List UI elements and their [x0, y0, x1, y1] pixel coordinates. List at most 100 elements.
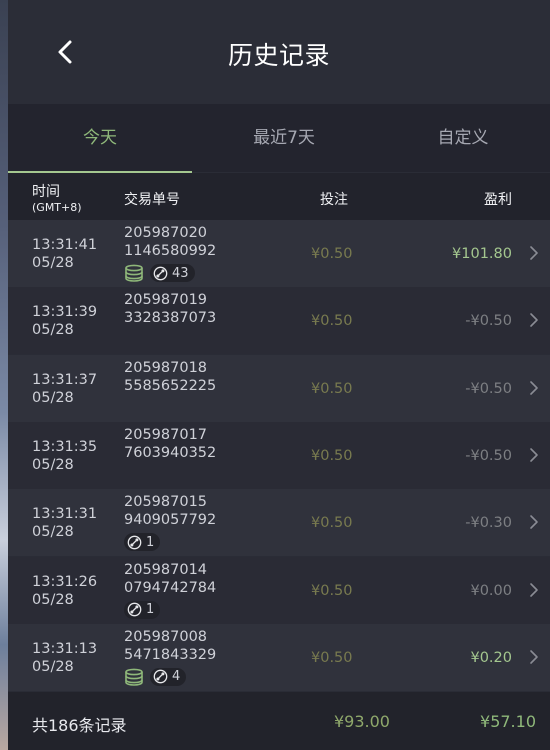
chevron-right-icon: [530, 448, 538, 462]
row-time-value: 13:31:35: [32, 438, 98, 455]
free-spin-count: 1: [146, 602, 155, 617]
tab-last-7-days[interactable]: 最近7天: [192, 104, 376, 172]
row-badges: 43: [124, 264, 195, 282]
free-spin-count: 43: [172, 265, 189, 281]
chevron-right-icon: [530, 515, 538, 529]
free-spin-icon: [127, 602, 142, 617]
table-row[interactable]: 13:31:35 05/28 205987017 7603940352 ¥0.50 -¥0…: [8, 421, 550, 489]
row-date-value: 05/28: [32, 322, 74, 339]
row-profit: ¥0.00: [470, 582, 512, 599]
row-date-value: 05/28: [32, 524, 74, 541]
row-order: 205987008 5471843329: [124, 628, 216, 664]
row-order-line2: 1146580992: [124, 243, 217, 259]
free-spin-count: 1: [146, 534, 155, 550]
row-date-value: 05/28: [32, 255, 74, 271]
row-bet: ¥0.50: [311, 515, 353, 532]
row-time: 13:31:26 05/28: [32, 573, 97, 609]
free-spin-badge: 1: [124, 600, 161, 619]
summary-footer: 共186条记录 ¥93.00 ¥57.10: [8, 692, 550, 750]
row-date-value: 05/28: [32, 591, 74, 608]
row-order: 205987019 3328387073: [124, 291, 216, 327]
tab-today[interactable]: 今天: [8, 104, 192, 172]
row-bet: ¥0.50: [311, 582, 353, 599]
page-title: 历史记录: [227, 41, 330, 70]
chevron-right-icon: [530, 649, 538, 664]
column-header-bet: 投注: [320, 192, 348, 208]
row-badges: 4: [124, 667, 187, 686]
row-order-line1: 205987008: [124, 628, 208, 645]
row-profit: -¥0.50: [465, 313, 512, 330]
row-profit: -¥0.50: [465, 447, 512, 464]
row-time: 13:31:35 05/28: [32, 438, 97, 474]
row-bet: ¥0.50: [311, 380, 353, 397]
column-header-timezone: (GMT+8): [32, 201, 82, 214]
row-order-line2: 3328387073: [124, 310, 217, 327]
row-order: 205987018 5585652225: [124, 359, 216, 395]
row-order-line1: 205987014: [124, 561, 208, 578]
coin-stack-icon: [125, 668, 143, 686]
total-profit: ¥57.10: [480, 712, 536, 731]
tab-custom[interactable]: 自定义: [376, 104, 550, 172]
row-order-line1: 205987020: [124, 225, 208, 241]
row-date-value: 05/28: [32, 658, 74, 675]
chevron-right-icon: [530, 380, 538, 395]
row-order-line1: 205987019: [124, 292, 208, 309]
row-time-value: 13:31:31: [32, 506, 98, 523]
record-count: 共186条记录: [32, 716, 127, 735]
free-spin-icon: [153, 669, 168, 684]
row-order-line2: 5471843329: [124, 646, 217, 663]
table-header: 时间 (GMT+8) 交易单号 投注 盈利: [8, 173, 550, 220]
table-row[interactable]: 13:31:26 05/28 205987014 0794742784 1 ¥0.50 ¥0…: [8, 556, 550, 624]
table-row[interactable]: 13:31:39 05/28 205987019 3328387073 ¥0.50 -¥0…: [8, 287, 550, 355]
row-order: 205987014 0794742784: [124, 561, 216, 597]
chevron-right-icon: [530, 246, 538, 260]
row-order: 205987020 1146580992: [124, 224, 216, 260]
free-spin-icon: [153, 266, 168, 280]
row-time: 13:31:31 05/28: [32, 505, 97, 541]
row-profit: -¥0.50: [465, 380, 512, 397]
table-row[interactable]: 13:31:13 05/28 205987008 5471843329 4 ¥0.50 ¥0…: [8, 623, 550, 691]
row-time-value: 13:31:26: [32, 573, 98, 590]
table-row[interactable]: 13:31:41 05/28 205987020 1146580992 43 ¥0.50 ¥…: [8, 220, 550, 287]
row-bet: ¥0.50: [311, 649, 353, 666]
table-row[interactable]: 13:31:37 05/28 205987018 5585652225 ¥0.50 -¥0…: [8, 354, 550, 422]
background-edge: [0, 0, 8, 750]
free-spin-count: 4: [172, 669, 181, 685]
free-spin-badge: 43: [150, 264, 195, 282]
row-badges: 1: [124, 600, 161, 619]
header-bar: 历史记录: [8, 0, 550, 104]
row-bet: ¥0.50: [311, 447, 353, 464]
row-order-line1: 205987018: [124, 359, 208, 376]
row-profit: ¥0.20: [470, 649, 512, 666]
row-time: 13:31:37 05/28: [32, 371, 97, 407]
row-bet: ¥0.50: [311, 246, 353, 262]
row-order-line1: 205987017: [124, 426, 208, 443]
row-date-value: 05/28: [32, 389, 74, 406]
column-header-order: 交易单号: [124, 192, 180, 208]
row-time-value: 13:31:41: [32, 237, 98, 253]
row-time-value: 13:31:39: [32, 304, 98, 321]
coin-stack-icon: [125, 264, 143, 282]
row-bet: ¥0.50: [311, 313, 353, 330]
column-header-time: 时间: [32, 184, 60, 200]
chevron-right-icon: [530, 313, 538, 328]
row-order-line1: 205987015: [124, 494, 208, 511]
row-profit: -¥0.30: [465, 515, 512, 532]
row-order: 205987017 7603940352: [124, 426, 216, 462]
row-badges: 1: [124, 533, 161, 552]
history-screen: 历史记录 今天 最近7天 自定义 时间 (GMT+8) 交易单号 投注 盈利 1…: [8, 0, 550, 750]
row-time-value: 13:31:13: [32, 640, 98, 657]
total-bet: ¥93.00: [334, 712, 390, 731]
free-spin-icon: [127, 535, 142, 550]
row-time: 13:31:41 05/28: [32, 236, 97, 272]
row-order-line2: 7603940352: [124, 444, 217, 461]
row-order: 205987015 9409057792: [124, 493, 216, 529]
chevron-right-icon: [530, 582, 538, 597]
row-order-line2: 0794742784: [124, 579, 217, 596]
free-spin-badge: 4: [150, 667, 187, 686]
row-date-value: 05/28: [32, 456, 74, 473]
row-order-line2: 5585652225: [124, 377, 217, 394]
row-order-line2: 9409057792: [124, 512, 217, 529]
table-row[interactable]: 13:31:31 05/28 205987015 9409057792 1 ¥0.50 -¥…: [8, 489, 550, 557]
row-profit: ¥101.80: [452, 246, 512, 262]
